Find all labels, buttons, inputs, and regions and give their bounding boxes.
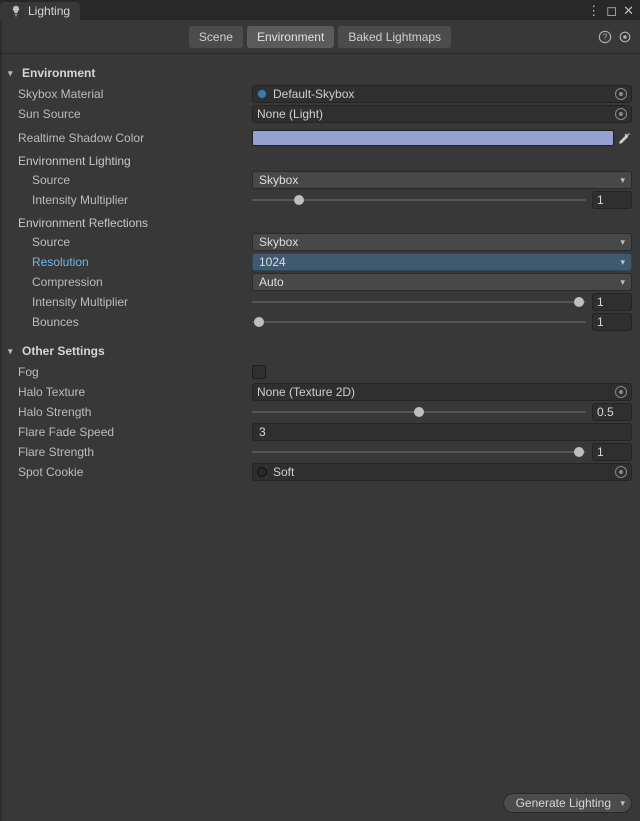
label-refl-source: Source — [8, 235, 248, 249]
label-flare-strength: Flare Strength — [8, 445, 248, 459]
svg-text:?: ? — [603, 32, 608, 41]
section-environment[interactable]: ▾ Environment — [8, 60, 632, 84]
object-picker-icon[interactable] — [615, 386, 627, 398]
foldout-icon: ▾ — [8, 346, 18, 357]
settings-icon[interactable] — [618, 30, 632, 44]
label-refl-intensity: Intensity Multiplier — [8, 295, 248, 309]
num-flare-strength[interactable]: 1 — [592, 443, 632, 461]
section-other-settings[interactable]: ▾ Other Settings — [8, 338, 632, 362]
field-skybox-material[interactable]: Default-Skybox — [252, 85, 632, 103]
subheader-environment-reflections: Environment Reflections — [8, 210, 632, 232]
tab-scene[interactable]: Scene — [189, 26, 243, 48]
label-skybox-material: Skybox Material — [8, 87, 248, 101]
dropdown-refl-compression[interactable]: Auto ▾ — [252, 273, 632, 291]
window-title: Lighting — [28, 4, 70, 18]
slider-flare-strength[interactable] — [252, 445, 586, 459]
object-picker-icon[interactable] — [615, 88, 627, 100]
texture-icon — [257, 467, 267, 477]
label-refl-resolution: Resolution — [8, 255, 248, 269]
chevron-down-icon: ▾ — [620, 175, 625, 186]
chevron-down-icon: ▾ — [620, 237, 625, 248]
num-flare-fade-speed[interactable]: 3 — [252, 423, 632, 441]
label-refl-bounces: Bounces — [8, 315, 248, 329]
slider-halo-strength[interactable] — [252, 405, 586, 419]
window-tab-lighting[interactable]: Lighting — [0, 2, 80, 20]
help-icon[interactable]: ? — [598, 30, 612, 44]
eyedropper-icon[interactable] — [618, 131, 632, 145]
label-sun-source: Sun Source — [8, 107, 248, 121]
slider-env-light-intensity[interactable] — [252, 193, 586, 207]
label-halo-strength: Halo Strength — [8, 405, 248, 419]
chevron-down-icon: ▾ — [620, 798, 625, 809]
num-refl-bounces[interactable]: 1 — [592, 313, 632, 331]
panel-body: ▾ Environment Skybox Material Default-Sk… — [0, 54, 640, 482]
titlebar: Lighting ⋮ ◻ ✕ — [0, 0, 640, 20]
label-env-light-intensity: Intensity Multiplier — [8, 193, 248, 207]
slider-refl-bounces[interactable] — [252, 315, 586, 329]
main-tabs: Scene Environment Baked Lightmaps — [189, 26, 451, 48]
num-halo-strength[interactable]: 0.5 — [592, 403, 632, 421]
label-env-light-source: Source — [8, 173, 248, 187]
tab-baked-lightmaps[interactable]: Baked Lightmaps — [338, 26, 451, 48]
window-menu-icon[interactable]: ⋮ — [587, 4, 600, 17]
label-spot-cookie: Spot Cookie — [8, 465, 248, 479]
toolbar: Scene Environment Baked Lightmaps ? — [0, 20, 640, 54]
material-icon — [257, 89, 267, 99]
slider-refl-intensity[interactable] — [252, 295, 586, 309]
window-edge — [0, 20, 2, 821]
dropdown-env-light-source[interactable]: Skybox ▾ — [252, 171, 632, 189]
num-refl-intensity[interactable]: 1 — [592, 293, 632, 311]
label-flare-fade-speed: Flare Fade Speed — [8, 425, 248, 439]
object-picker-icon[interactable] — [615, 466, 627, 478]
dropdown-refl-resolution[interactable]: 1024 ▾ — [252, 253, 632, 271]
generate-lighting-button[interactable]: Generate Lighting ▾ — [503, 793, 632, 813]
foldout-icon: ▾ — [8, 68, 18, 79]
label-halo-texture: Halo Texture — [8, 385, 248, 399]
tab-environment[interactable]: Environment — [247, 26, 334, 48]
field-sun-source[interactable]: None (Light) — [252, 105, 632, 123]
label-fog: Fog — [8, 365, 248, 379]
field-spot-cookie[interactable]: Soft — [252, 463, 632, 481]
checkbox-fog[interactable] — [252, 365, 266, 379]
lightbulb-icon — [10, 5, 22, 17]
dropdown-refl-source[interactable]: Skybox ▾ — [252, 233, 632, 251]
field-realtime-shadow-color[interactable] — [252, 130, 614, 146]
subheader-environment-lighting: Environment Lighting — [8, 148, 632, 170]
footer: Generate Lighting ▾ — [503, 793, 632, 813]
window-close-icon[interactable]: ✕ — [623, 4, 634, 17]
label-realtime-shadow-color: Realtime Shadow Color — [8, 131, 248, 145]
object-picker-icon[interactable] — [615, 108, 627, 120]
lighting-window: Lighting ⋮ ◻ ✕ Scene Environment Baked L… — [0, 0, 640, 821]
field-halo-texture[interactable]: None (Texture 2D) — [252, 383, 632, 401]
label-refl-compression: Compression — [8, 275, 248, 289]
window-maximize-icon[interactable]: ◻ — [606, 4, 617, 17]
chevron-down-icon: ▾ — [620, 257, 625, 268]
num-env-light-intensity[interactable]: 1 — [592, 191, 632, 209]
chevron-down-icon: ▾ — [620, 277, 625, 288]
